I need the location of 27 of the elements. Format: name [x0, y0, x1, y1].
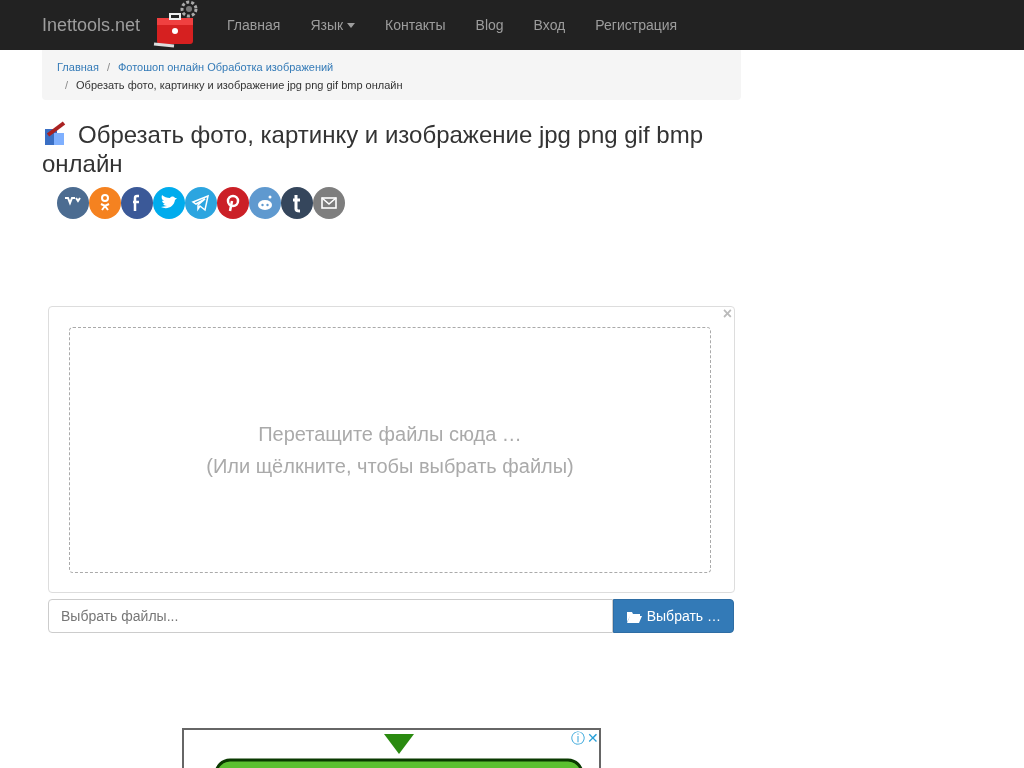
nav-link[interactable]: Главная: [212, 0, 296, 50]
share-icon[interactable]: [217, 187, 249, 219]
nav-link[interactable]: Вход: [518, 0, 581, 50]
breadcrumb-separator: /: [64, 79, 70, 91]
share-icon[interactable]: [281, 187, 313, 219]
drop-hint: (Или щёлкните, чтобы выбрать файлы): [206, 454, 574, 479]
share-icon[interactable]: [57, 187, 89, 219]
breadcrumb-link[interactable]: Фотошоп онлайн Обработка изображений: [117, 61, 334, 73]
folder-icon: [625, 609, 642, 623]
breadcrumb-separator: /: [105, 61, 111, 73]
brand-name[interactable]: Inettools.net: [42, 14, 141, 36]
nav-link[interactable]: Blog: [460, 0, 519, 50]
file-name-field[interactable]: Выбрать файлы...: [48, 599, 613, 633]
browse-button[interactable]: Выбрать …: [612, 599, 734, 633]
share-icon[interactable]: [313, 187, 345, 219]
nav-link[interactable]: Регистрация: [580, 0, 693, 50]
nav-link[interactable]: Контакты: [370, 0, 461, 50]
share-icon[interactable]: [121, 187, 153, 219]
ad-info-icon[interactable]: ⓘ: [571, 730, 585, 748]
caret-icon: [347, 22, 356, 28]
ad-close-button[interactable]: ✕: [587, 730, 599, 748]
crop-tool-icon: [45, 121, 66, 145]
breadcrumb-link[interactable]: Главная: [57, 61, 99, 73]
nav-link[interactable]: Язык: [295, 0, 371, 50]
drop-hint: Перетащите файлы сюда …: [258, 422, 522, 447]
breadcrumb-current: Обрезать фото, картинку и изображение jpg png gif bmp онлайн: [76, 79, 403, 91]
page-title: Обрезать фото, картинку и изображение jpg png gif bmp онлайн: [42, 120, 705, 178]
